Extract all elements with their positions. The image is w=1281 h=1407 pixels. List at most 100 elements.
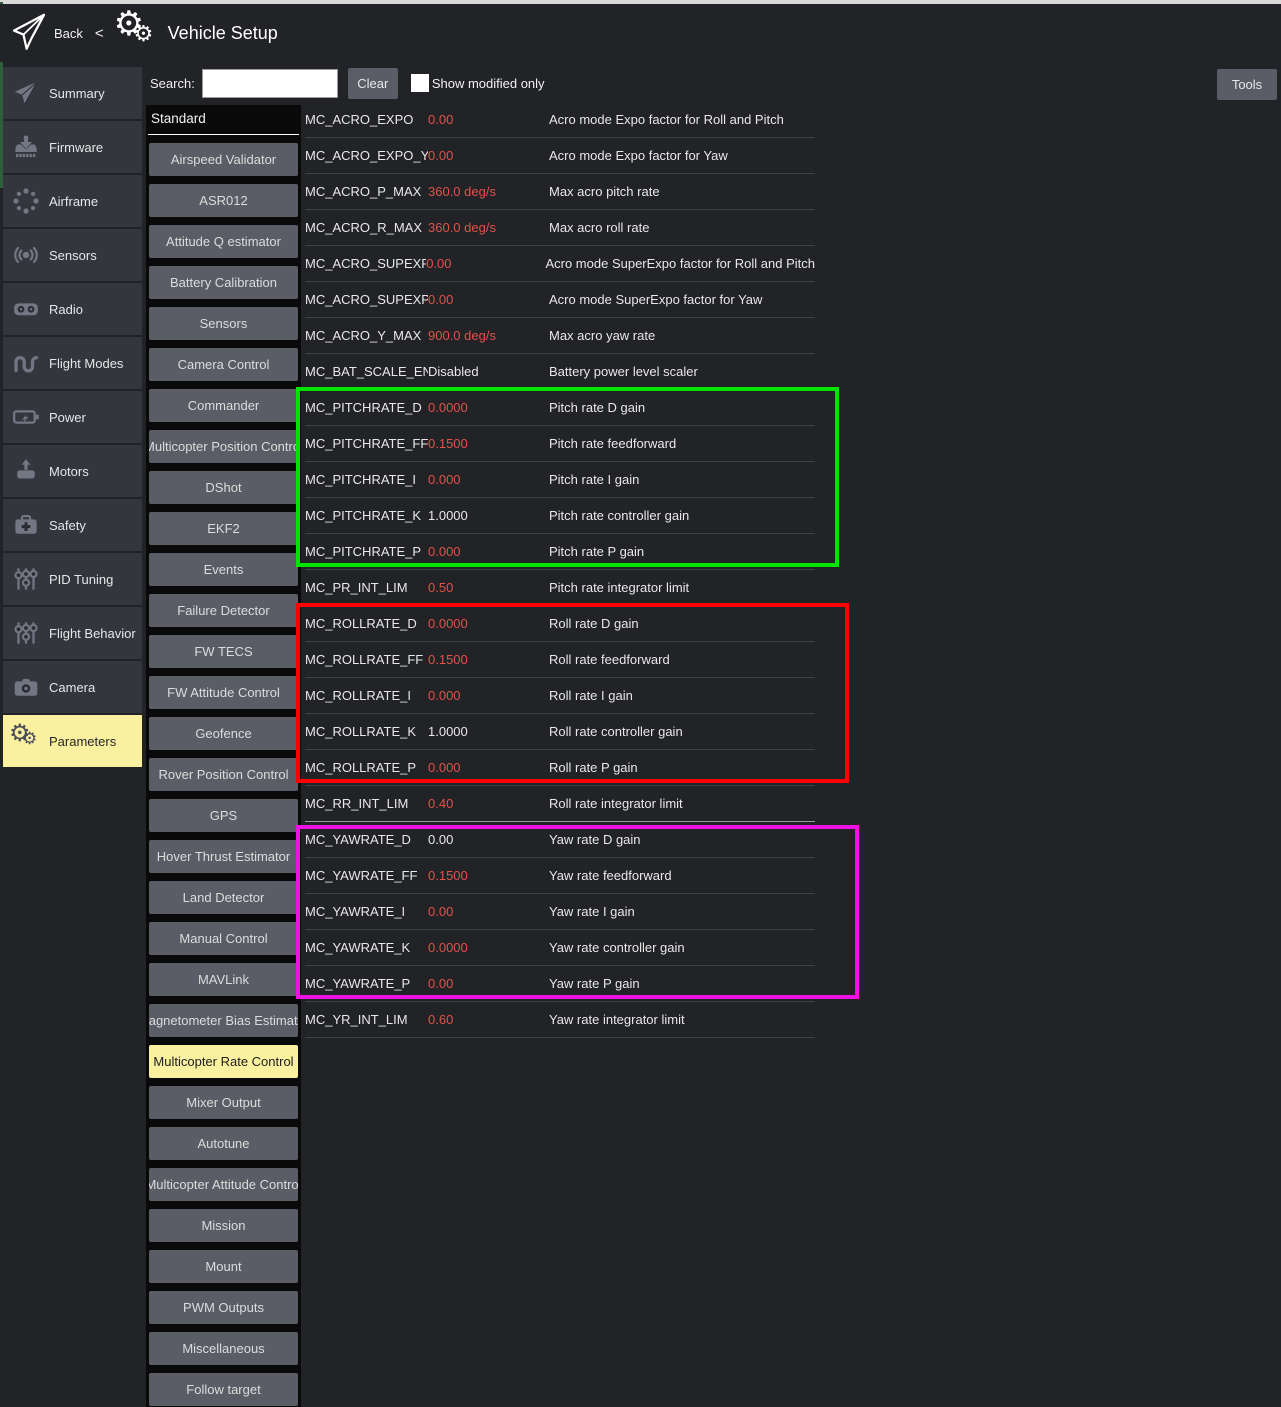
group-button-airspeed-validator[interactable]: Airspeed Validator bbox=[149, 143, 298, 176]
group-button-events[interactable]: Events bbox=[149, 553, 298, 586]
safety-kit-icon bbox=[3, 510, 49, 540]
param-value: 0.00 bbox=[428, 148, 549, 163]
airframe-dots-icon bbox=[3, 186, 49, 216]
clear-button[interactable]: Clear bbox=[348, 68, 398, 99]
param-row-mc_acro_r_max[interactable]: MC_ACRO_R_MAX360.0 deg/sMax acro roll ra… bbox=[305, 210, 815, 246]
group-button-commander[interactable]: Commander bbox=[149, 389, 298, 422]
parameters-gears-icon: ⚙⚙ bbox=[3, 726, 49, 756]
param-row-mc_yawrate_k[interactable]: MC_YAWRATE_K0.0000Yaw rate controller ga… bbox=[305, 930, 815, 966]
group-button-mavlink[interactable]: MAVLink bbox=[149, 963, 298, 996]
param-name: MC_ROLLRATE_D bbox=[305, 616, 428, 631]
show-modified-checkbox[interactable] bbox=[411, 74, 429, 92]
param-row-mc_acro_expo[interactable]: MC_ACRO_EXPO0.00Acro mode Expo factor fo… bbox=[305, 102, 815, 138]
search-input[interactable] bbox=[202, 69, 338, 98]
group-button-battery-calibration[interactable]: Battery Calibration bbox=[149, 266, 298, 299]
param-value: 0.50 bbox=[428, 580, 549, 595]
group-button-autotune[interactable]: Autotune bbox=[149, 1127, 298, 1160]
param-name: MC_PITCHRATE_I bbox=[305, 472, 428, 487]
group-button-geofence[interactable]: Geofence bbox=[149, 717, 298, 750]
group-button-pwm-outputs[interactable]: PWM Outputs bbox=[149, 1291, 298, 1324]
param-row-mc_rr_int_lim[interactable]: MC_RR_INT_LIM0.40Roll rate integrator li… bbox=[305, 786, 815, 822]
firmware-download-icon bbox=[3, 132, 49, 162]
param-value: 1.0000 bbox=[428, 508, 549, 523]
parameter-table: MC_ACRO_EXPO0.00Acro mode Expo factor fo… bbox=[305, 102, 815, 1038]
param-row-mc_yawrate_i[interactable]: MC_YAWRATE_I0.00Yaw rate I gain bbox=[305, 894, 815, 930]
param-row-mc_acro_supexpo[interactable]: MC_ACRO_SUPEXPO0.00Acro mode SuperExpo f… bbox=[305, 246, 815, 282]
param-row-mc_yawrate_p[interactable]: MC_YAWRATE_P0.00Yaw rate P gain bbox=[305, 966, 815, 1002]
param-value: 0.1500 bbox=[428, 652, 549, 667]
param-row-mc_acro_supexpoy[interactable]: MC_ACRO_SUPEXPOY0.00Acro mode SuperExpo … bbox=[305, 282, 815, 318]
group-button-multicopter-rate-control[interactable]: Multicopter Rate Control bbox=[149, 1045, 298, 1078]
param-row-mc_yawrate_ff[interactable]: MC_YAWRATE_FF0.1500Yaw rate feedforward bbox=[305, 858, 815, 894]
sidebar-item-sensors[interactable]: Sensors bbox=[3, 229, 142, 281]
group-button-asr012[interactable]: ASR012 bbox=[149, 184, 298, 217]
group-button-mount[interactable]: Mount bbox=[149, 1250, 298, 1283]
param-name: MC_ACRO_SUPEXPO bbox=[305, 256, 426, 271]
sidebar-item-airframe[interactable]: Airframe bbox=[3, 175, 142, 227]
param-row-mc_rollrate_p[interactable]: MC_ROLLRATE_P0.000Roll rate P gain bbox=[305, 750, 815, 786]
param-row-mc_yawrate_d[interactable]: MC_YAWRATE_D0.00Yaw rate D gain bbox=[305, 822, 815, 858]
flight-modes-wave-icon bbox=[3, 348, 49, 378]
param-row-mc_pitchrate_p[interactable]: MC_PITCHRATE_P0.000Pitch rate P gain bbox=[305, 534, 815, 570]
param-value: 0.000 bbox=[428, 544, 549, 559]
param-row-mc_rollrate_k[interactable]: MC_ROLLRATE_K1.0000Roll rate controller … bbox=[305, 714, 815, 750]
group-button-hover-thrust-estimator[interactable]: Hover Thrust Estimator bbox=[149, 840, 298, 873]
group-button-failure-detector[interactable]: Failure Detector bbox=[149, 594, 298, 627]
param-name: MC_ACRO_SUPEXPOY bbox=[305, 292, 428, 307]
group-button-follow-target[interactable]: Follow target bbox=[149, 1373, 298, 1406]
sidebar-item-summary[interactable]: Summary bbox=[3, 67, 142, 119]
group-button-magnetometer-bias-estimator[interactable]: Magnetometer Bias Estimator bbox=[149, 1004, 298, 1037]
param-row-mc_rollrate_i[interactable]: MC_ROLLRATE_I0.000Roll rate I gain bbox=[305, 678, 815, 714]
param-row-mc_bat_scale_en[interactable]: MC_BAT_SCALE_ENDisabledBattery power lev… bbox=[305, 354, 815, 390]
group-button-mission[interactable]: Mission bbox=[149, 1209, 298, 1242]
radio-receiver-icon bbox=[3, 294, 49, 324]
param-row-mc_pitchrate_k[interactable]: MC_PITCHRATE_K1.0000Pitch rate controlle… bbox=[305, 498, 815, 534]
group-button-multicopter-position-control[interactable]: Multicopter Position Control bbox=[149, 430, 298, 463]
param-row-mc_pitchrate_i[interactable]: MC_PITCHRATE_I0.000Pitch rate I gain bbox=[305, 462, 815, 498]
param-description: Acro mode SuperExpo factor for Roll and … bbox=[545, 256, 815, 271]
sidebar-item-flight-behavior[interactable]: Flight Behavior bbox=[3, 607, 142, 659]
param-row-mc_pr_int_lim[interactable]: MC_PR_INT_LIM0.50Pitch rate integrator l… bbox=[305, 570, 815, 606]
sidebar-item-camera[interactable]: Camera bbox=[3, 661, 142, 713]
group-button-dshot[interactable]: DShot bbox=[149, 471, 298, 504]
sidebar-item-power[interactable]: Power bbox=[3, 391, 142, 443]
param-row-mc_rollrate_ff[interactable]: MC_ROLLRATE_FF0.1500Roll rate feedforwar… bbox=[305, 642, 815, 678]
param-row-mc_yr_int_lim[interactable]: MC_YR_INT_LIM0.60Yaw rate integrator lim… bbox=[305, 1002, 815, 1038]
back-button[interactable]: Back bbox=[54, 26, 83, 41]
tools-button[interactable]: Tools bbox=[1217, 69, 1277, 100]
sidebar-item-label: Camera bbox=[49, 680, 95, 695]
group-button-attitude-q-estimator[interactable]: Attitude Q estimator bbox=[149, 225, 298, 258]
param-row-mc_rollrate_d[interactable]: MC_ROLLRATE_D0.0000Roll rate D gain bbox=[305, 606, 815, 642]
group-button-camera-control[interactable]: Camera Control bbox=[149, 348, 298, 381]
group-button-miscellaneous[interactable]: Miscellaneous bbox=[149, 1332, 298, 1365]
group-button-gps[interactable]: GPS bbox=[149, 799, 298, 832]
param-value: 1.0000 bbox=[428, 724, 549, 739]
group-button-rover-position-control[interactable]: Rover Position Control bbox=[149, 758, 298, 791]
sidebar-item-motors[interactable]: Motors bbox=[3, 445, 142, 497]
sidebar-item-radio[interactable]: Radio bbox=[3, 283, 142, 335]
group-button-mixer-output[interactable]: Mixer Output bbox=[149, 1086, 298, 1119]
sidebar-item-flight-modes[interactable]: Flight Modes bbox=[3, 337, 142, 389]
vehicle-setup-screen: Back < ⚙ ⚙ Vehicle Setup Search: Clear S… bbox=[0, 0, 1281, 1407]
group-button-fw-tecs[interactable]: FW TECS bbox=[149, 635, 298, 668]
group-button-fw-attitude-control[interactable]: FW Attitude Control bbox=[149, 676, 298, 709]
sidebar-item-parameters[interactable]: ⚙⚙Parameters bbox=[3, 715, 142, 767]
param-row-mc_acro_expo_y[interactable]: MC_ACRO_EXPO_Y0.00Acro mode Expo factor … bbox=[305, 138, 815, 174]
group-button-sensors[interactable]: Sensors bbox=[149, 307, 298, 340]
sidebar-item-safety[interactable]: Safety bbox=[3, 499, 142, 551]
param-name: MC_ROLLRATE_K bbox=[305, 724, 428, 739]
param-name: MC_ACRO_Y_MAX bbox=[305, 328, 428, 343]
param-row-mc_acro_y_max[interactable]: MC_ACRO_Y_MAX900.0 deg/sMax acro yaw rat… bbox=[305, 318, 815, 354]
group-button-multicopter-attitude-control[interactable]: Multicopter Attitude Control bbox=[149, 1168, 298, 1201]
param-name: MC_PITCHRATE_K bbox=[305, 508, 428, 523]
group-button-land-detector[interactable]: Land Detector bbox=[149, 881, 298, 914]
param-row-mc_pitchrate_d[interactable]: MC_PITCHRATE_D0.0000Pitch rate D gain bbox=[305, 390, 815, 426]
sidebar-item-firmware[interactable]: Firmware bbox=[3, 121, 142, 173]
group-button-ekf2[interactable]: EKF2 bbox=[149, 512, 298, 545]
param-row-mc_acro_p_max[interactable]: MC_ACRO_P_MAX360.0 deg/sMax acro pitch r… bbox=[305, 174, 815, 210]
group-button-manual-control[interactable]: Manual Control bbox=[149, 922, 298, 955]
param-row-mc_pitchrate_ff[interactable]: MC_PITCHRATE_FF0.1500Pitch rate feedforw… bbox=[305, 426, 815, 462]
sidebar-item-pid-tuning[interactable]: PID Tuning bbox=[3, 553, 142, 605]
param-description: Pitch rate D gain bbox=[549, 400, 815, 415]
param-value: 0.00 bbox=[428, 904, 549, 919]
